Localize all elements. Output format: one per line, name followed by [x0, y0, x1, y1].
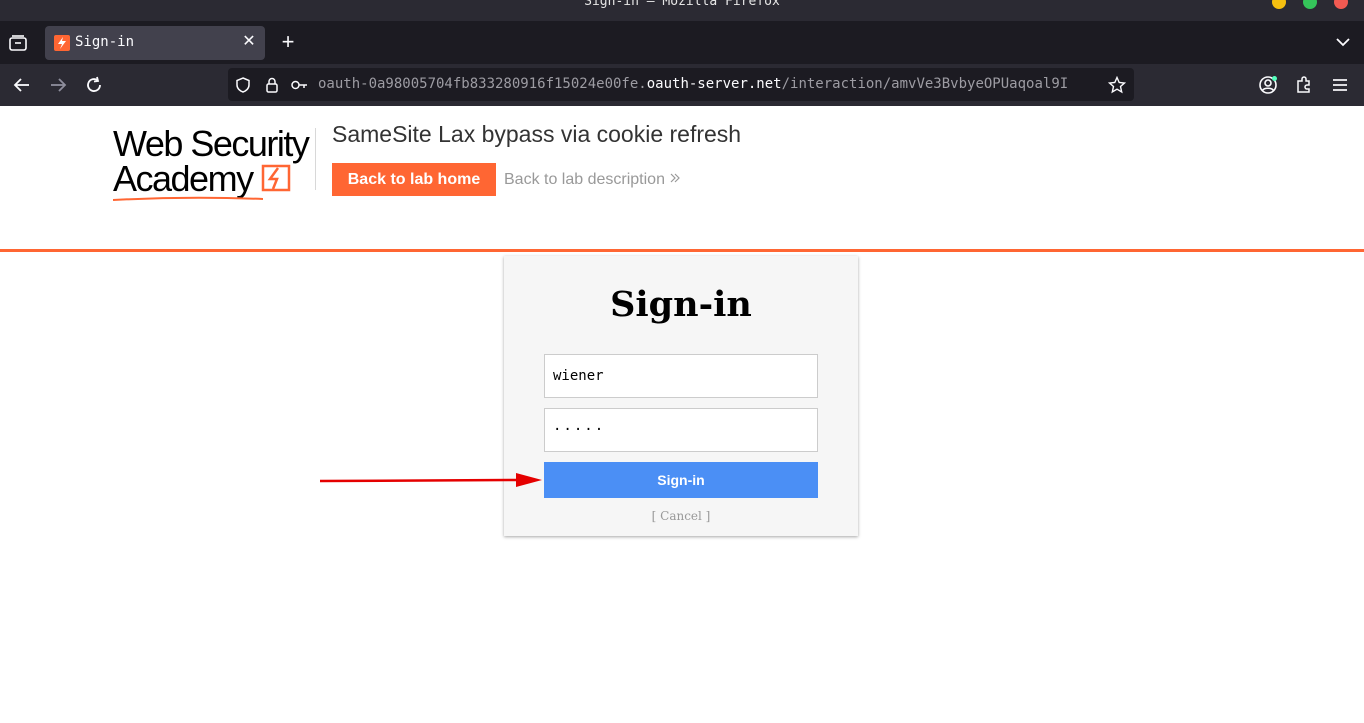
tab-bar: Sign-in ✕ +	[0, 21, 1364, 64]
reload-icon[interactable]	[84, 75, 104, 95]
logo-line-1: Web Security	[113, 123, 310, 164]
back-to-lab-description-link[interactable]: Back to lab description	[504, 171, 681, 189]
lab-title: SameSite Lax bypass via cookie refresh	[332, 121, 742, 147]
login-form-card: Sign-in wiener ····· Sign-in [ Cancel ]	[504, 256, 858, 536]
shield-icon[interactable]	[234, 76, 252, 94]
url-domain: oauth-server.net	[646, 76, 782, 92]
url-path: /interaction/amvVe3BvbyeOPUaqoal9I	[781, 76, 1069, 92]
password-field[interactable]: ·····	[544, 408, 818, 452]
sign-in-button[interactable]: Sign-in	[544, 462, 818, 498]
address-bar[interactable]: oauth-0a98005704fb833280916f15024e00fe.o…	[228, 68, 1134, 101]
back-to-lab-home-button[interactable]: Back to lab home	[332, 163, 496, 196]
lightning-favicon-icon	[54, 35, 70, 51]
page-content: Web Security Academy SameSite Lax bypass…	[0, 106, 1364, 723]
lab-header: Web Security Academy SameSite Lax bypass…	[0, 106, 1364, 252]
key-icon[interactable]	[290, 76, 308, 94]
firefox-view-icon[interactable]	[8, 33, 28, 53]
window-title: Sign-in — Mozilla Firefox	[584, 0, 780, 9]
close-tab-icon[interactable]: ✕	[241, 34, 257, 50]
menu-hamburger-icon[interactable]	[1330, 75, 1350, 95]
tab-sign-in[interactable]: Sign-in ✕	[45, 26, 265, 60]
login-heading: Sign-in	[610, 284, 752, 325]
lock-icon[interactable]	[263, 76, 281, 94]
double-chevron-right-icon	[671, 173, 681, 183]
red-arrow-annotation-icon	[320, 473, 542, 487]
list-all-tabs-icon[interactable]	[1334, 33, 1352, 51]
forward-arrow-icon[interactable]	[48, 75, 68, 95]
cancel-link[interactable]: [ Cancel ]	[504, 509, 858, 523]
logo-underline-icon	[113, 196, 263, 201]
web-security-academy-logo[interactable]: Web Security Academy	[113, 123, 313, 201]
new-tab-icon[interactable]: +	[278, 31, 298, 53]
extensions-icon[interactable]	[1294, 75, 1314, 95]
back-arrow-icon[interactable]	[12, 75, 32, 95]
back-to-lab-description-label: Back to lab description	[504, 171, 665, 188]
navigation-toolbar: oauth-0a98005704fb833280916f15024e00fe.o…	[0, 64, 1364, 106]
username-field[interactable]: wiener	[544, 354, 818, 398]
url-text[interactable]: oauth-0a98005704fb833280916f15024e00fe.o…	[318, 76, 1068, 92]
window-titlebar: Sign-in — Mozilla Firefox	[0, 0, 1364, 21]
bookmark-star-icon[interactable]	[1107, 75, 1127, 94]
lightning-logo-icon	[261, 164, 291, 192]
url-prefix: oauth-0a98005704fb833280916f15024e00fe.	[318, 76, 647, 92]
tab-title: Sign-in	[75, 34, 135, 50]
account-icon[interactable]	[1258, 75, 1278, 95]
header-divider	[315, 128, 316, 190]
